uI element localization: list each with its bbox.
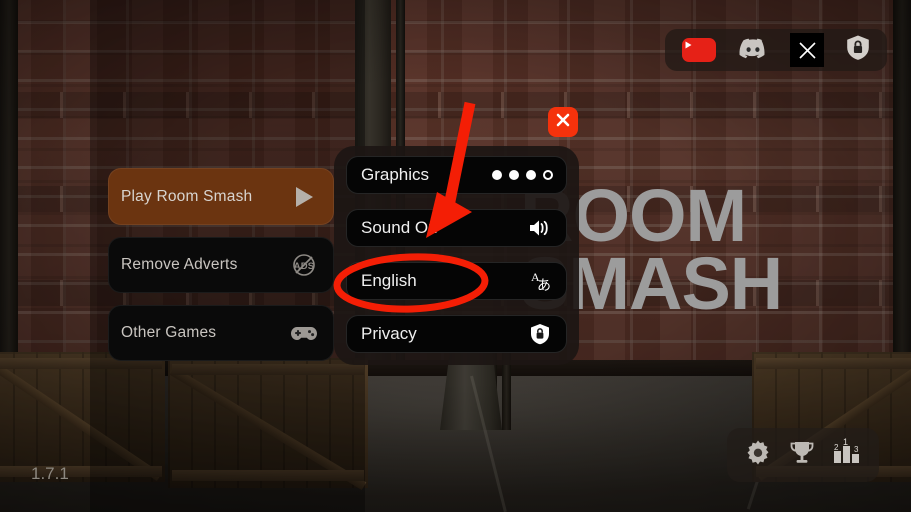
- privacy-link[interactable]: [846, 34, 870, 66]
- quality-dot-3: [526, 170, 536, 180]
- main-menu: Play Room Smash Remove Adverts ADS Other…: [108, 168, 334, 373]
- svg-text:3: 3: [854, 445, 859, 454]
- play-button-label: Play Room Smash: [121, 187, 253, 205]
- quality-dots-icon[interactable]: [492, 170, 553, 180]
- quality-dot-2: [509, 170, 519, 180]
- close-x-icon: [554, 111, 572, 134]
- close-settings-button[interactable]: [548, 107, 578, 137]
- gear-icon: [743, 438, 773, 473]
- svg-text:2: 2: [834, 443, 839, 452]
- shield-lock-icon: [527, 321, 553, 347]
- quality-dot-4: [543, 170, 553, 180]
- discord-icon: [738, 36, 768, 65]
- language-label: English: [361, 271, 417, 290]
- settings-item-sound[interactable]: Sound On: [346, 209, 567, 247]
- svg-text:ADS: ADS: [294, 261, 315, 272]
- x-twitter-icon: [790, 33, 824, 67]
- other-games-label: Other Games: [121, 324, 217, 341]
- game-screen: ROOM SMASH Play Room Smash Remove Advert…: [0, 0, 911, 512]
- achievements-button[interactable]: [788, 439, 816, 472]
- settings-list: Graphics Sound On English A あ Privacy: [346, 156, 567, 368]
- speaker-on-icon: [527, 215, 553, 241]
- youtube-icon: [682, 38, 716, 62]
- quality-dot-1: [492, 170, 502, 180]
- social-links-bar: [665, 29, 887, 71]
- discord-link[interactable]: [738, 36, 768, 65]
- graphics-label: Graphics: [361, 165, 430, 184]
- podium-icon: 2 1 3: [831, 437, 863, 473]
- settings-item-language[interactable]: English A あ: [346, 262, 567, 300]
- sound-label: Sound On: [361, 218, 438, 237]
- x-twitter-link[interactable]: [790, 33, 824, 67]
- play-room-smash-button[interactable]: Play Room Smash: [108, 168, 334, 225]
- bottom-action-bar: 2 1 3: [727, 428, 879, 482]
- shield-lock-icon: [846, 34, 870, 66]
- other-games-button[interactable]: Other Games: [108, 305, 334, 361]
- settings-item-graphics[interactable]: Graphics: [346, 156, 567, 194]
- privacy-label: Privacy: [361, 324, 417, 343]
- svg-text:あ: あ: [537, 278, 551, 293]
- settings-panel: Graphics Sound On English A あ Privacy: [334, 146, 579, 365]
- remove-adverts-button[interactable]: Remove Adverts ADS: [108, 237, 334, 293]
- youtube-link[interactable]: [682, 38, 716, 62]
- language-icon: A あ: [527, 268, 553, 294]
- settings-button[interactable]: [743, 438, 773, 473]
- gamepad-icon: [289, 318, 319, 348]
- remove-adverts-label: Remove Adverts: [121, 256, 238, 273]
- trophy-icon: [788, 439, 816, 472]
- leaderboard-button[interactable]: 2 1 3: [831, 437, 863, 473]
- svg-text:1: 1: [843, 438, 848, 447]
- settings-item-privacy[interactable]: Privacy: [346, 315, 567, 353]
- no-ads-icon: ADS: [289, 250, 319, 280]
- play-triangle-icon: [289, 182, 319, 212]
- version-label: 1.7.1: [31, 464, 69, 483]
